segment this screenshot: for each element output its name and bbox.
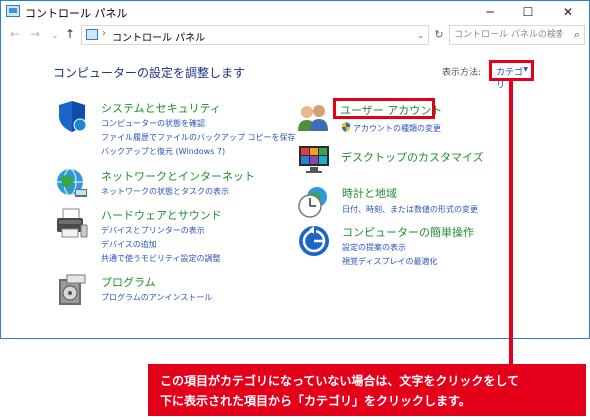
breadcrumb-separator-icon: › bbox=[102, 28, 106, 39]
uac-shield-icon bbox=[342, 122, 350, 132]
control-panel-window: コントロール パネル ─ ☐ ✕ ← → ⌄ ↑ › コントロール パネル ⌄ … bbox=[0, 0, 590, 339]
window-title: コントロール パネル bbox=[25, 7, 128, 20]
minimize-button[interactable]: ─ bbox=[471, 1, 509, 23]
callout-line-1: この項目がカテゴリになっていない場合は、文字をクリックをして bbox=[160, 374, 520, 388]
callout-connector-line bbox=[509, 80, 513, 365]
category-title-hardware-sound[interactable]: ハードウェアとサウンド bbox=[101, 207, 222, 223]
programs-icon bbox=[59, 274, 86, 305]
category-title-system-security[interactable]: システムとセキュリティ bbox=[101, 100, 221, 116]
search-icon[interactable]: ⌕ bbox=[574, 28, 580, 42]
clock-globe-icon bbox=[298, 187, 327, 218]
link-backup-restore[interactable]: バックアップと復元 (Windows 7) bbox=[101, 146, 225, 157]
back-arrow-icon[interactable]: ← bbox=[8, 27, 22, 41]
address-bar: ← → ⌄ ↑ › コントロール パネル ⌄ ↻ ⌕ bbox=[1, 23, 589, 47]
view-by-dropdown[interactable]: カテゴリ ▼ bbox=[489, 60, 534, 91]
shield-icon bbox=[59, 101, 87, 132]
link-date-time-format[interactable]: 日付、時刻、または数値の形式の変更 bbox=[342, 204, 478, 215]
up-arrow-icon[interactable]: ↑ bbox=[63, 27, 77, 41]
category-title-desktop-customization[interactable]: デスクトップのカスタマイズ bbox=[341, 149, 484, 165]
category-title-user-accounts[interactable]: ユーザー アカウント bbox=[340, 102, 442, 118]
link-mobility-settings[interactable]: 共通で使うモビリティ設定の調整 bbox=[101, 253, 221, 264]
control-panel-app-icon bbox=[6, 5, 20, 17]
link-uninstall-program[interactable]: プログラムのアンインストール bbox=[101, 292, 212, 303]
link-change-account-type[interactable]: アカウントの種類の変更 bbox=[353, 123, 441, 134]
control-panel-location-icon bbox=[86, 29, 98, 40]
link-optimize-display[interactable]: 視覚ディスプレイの最適化 bbox=[342, 256, 437, 267]
instruction-callout: この項目がカテゴリになっていない場合は、文字をクリックをして 下に表示された項目… bbox=[148, 364, 586, 416]
forward-arrow-icon[interactable]: → bbox=[28, 27, 42, 41]
category-title-ease-of-access[interactable]: コンピューターの簡単操作 bbox=[342, 224, 474, 240]
view-by-label: 表示方法: bbox=[442, 68, 482, 78]
link-check-status[interactable]: コンピューターの状態を確認 bbox=[101, 118, 205, 129]
link-suggested-settings[interactable]: 設定の提案の表示 bbox=[342, 242, 406, 253]
title-bar: コントロール パネル ─ ☐ ✕ bbox=[1, 1, 589, 23]
page-heading: コンピューターの設定を調整します bbox=[53, 66, 246, 80]
category-title-network-internet[interactable]: ネットワークとインターネット bbox=[101, 168, 255, 184]
dropdown-arrow-icon: ▼ bbox=[523, 66, 528, 73]
close-button[interactable]: ✕ bbox=[549, 1, 587, 23]
display-icon bbox=[299, 146, 329, 173]
breadcrumb-control-panel[interactable]: コントロール パネル bbox=[112, 29, 205, 44]
maximize-button[interactable]: ☐ bbox=[509, 1, 547, 23]
globe-network-icon bbox=[57, 168, 87, 197]
printer-icon bbox=[57, 208, 88, 238]
link-add-device[interactable]: デバイスの追加 bbox=[101, 239, 157, 250]
recent-locations-chevron-icon[interactable]: ⌄ bbox=[48, 31, 62, 40]
refresh-icon[interactable]: ↻ bbox=[431, 25, 447, 45]
address-dropdown-chevron-icon[interactable]: ⌄ bbox=[417, 31, 424, 40]
link-devices-printers[interactable]: デバイスとプリンターの表示 bbox=[101, 225, 205, 236]
users-icon bbox=[298, 105, 328, 131]
search-box[interactable]: ⌕ bbox=[449, 25, 585, 45]
link-file-history[interactable]: ファイル履歴でファイルのバックアップ コピーを保存 bbox=[101, 132, 296, 143]
address-field[interactable]: › コントロール パネル ⌄ bbox=[81, 25, 429, 45]
ease-of-access-icon bbox=[299, 226, 329, 256]
search-input[interactable] bbox=[454, 28, 562, 42]
callout-line-2: 下に表示された項目から「カテゴリ」をクリックします。 bbox=[160, 394, 471, 408]
category-title-clock-region[interactable]: 時計と地域 bbox=[342, 185, 397, 201]
category-title-programs[interactable]: プログラム bbox=[101, 274, 156, 290]
link-network-status[interactable]: ネットワークの状態とタスクの表示 bbox=[101, 186, 229, 197]
